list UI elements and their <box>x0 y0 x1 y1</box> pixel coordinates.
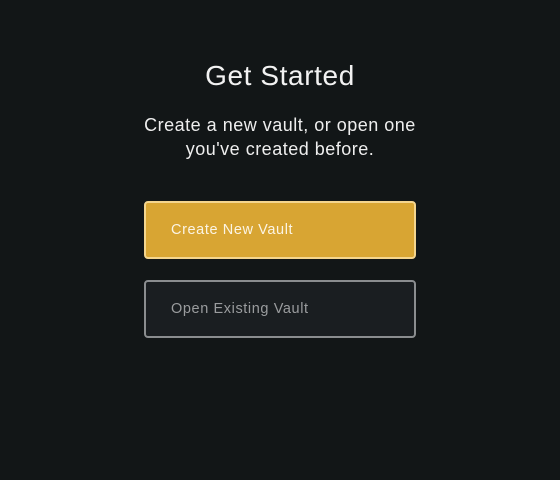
create-new-vault-button[interactable]: Create New Vault <box>144 201 416 259</box>
open-existing-vault-button[interactable]: Open Existing Vault <box>144 280 416 338</box>
get-started-screen: Get Started Create a new vault, or open … <box>0 0 560 480</box>
page-title: Get Started <box>205 60 355 91</box>
page-subtitle: Create a new vault, or open one you've c… <box>144 115 416 159</box>
